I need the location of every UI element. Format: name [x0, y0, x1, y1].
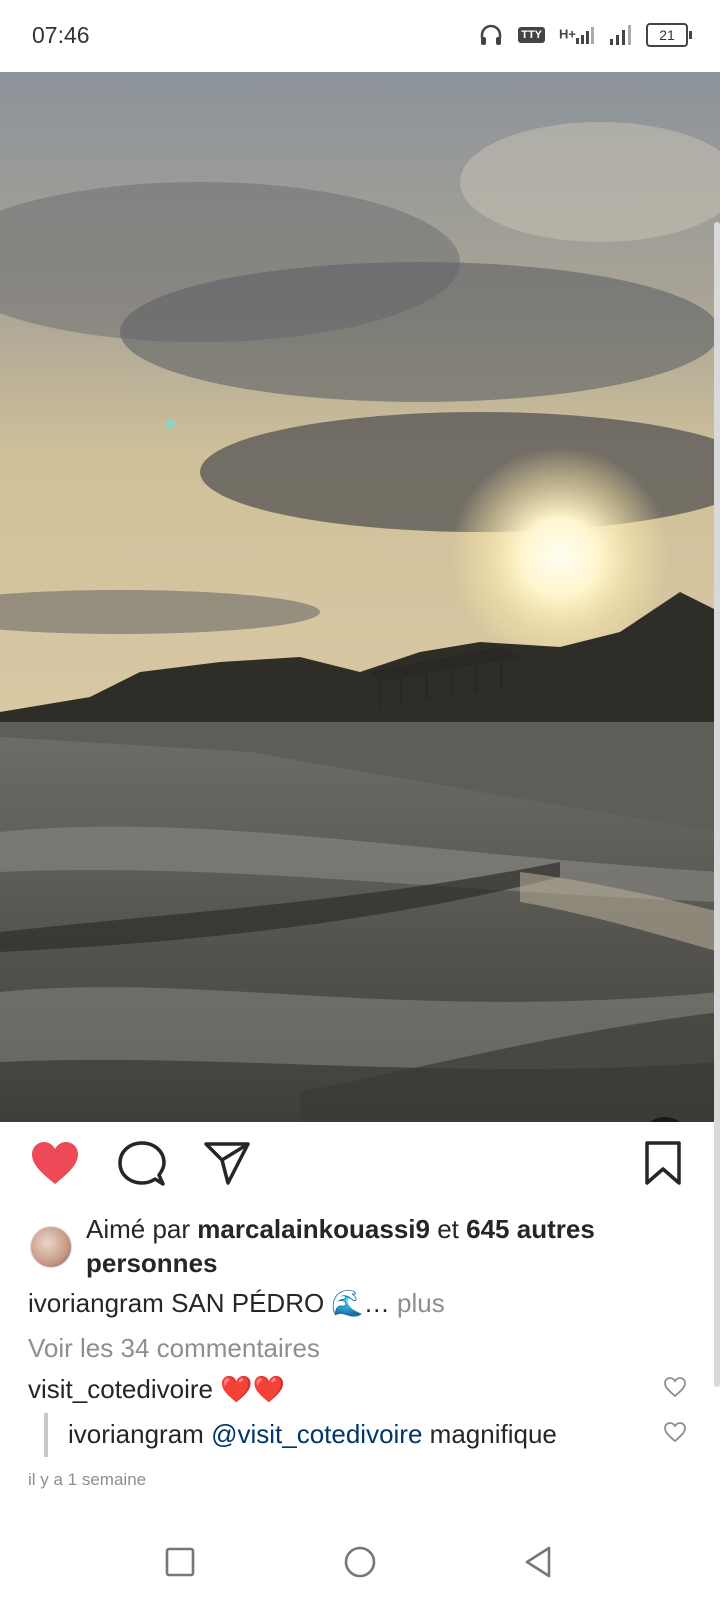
post-actions	[0, 1140, 720, 1200]
caption-username[interactable]: ivoriangram	[28, 1288, 164, 1318]
recents-square-icon[interactable]	[164, 1545, 196, 1579]
reply-like-heart-icon[interactable]	[663, 1421, 687, 1443]
headset-icon	[480, 24, 502, 45]
reply: ivoriangram @visit_cotedivoire magnifiqu…	[68, 1419, 557, 1450]
scrollbar[interactable]	[714, 222, 720, 1387]
caption-text: SAN PÉDRO 🌊…	[171, 1288, 390, 1318]
status-bar: 07:46 TTY H+ 21	[0, 0, 720, 72]
battery-icon: 21	[646, 23, 692, 47]
sunset-beach-image	[0, 72, 720, 1122]
navigation-bar	[0, 1525, 720, 1612]
liker-username: marcalainkouassi9	[197, 1214, 430, 1244]
signal-h-plus-icon: H+	[559, 26, 596, 44]
signal-icon	[610, 25, 631, 45]
status-icons: TTY H+ 21	[478, 22, 692, 48]
caption: ivoriangram SAN PÉDRO 🌊… plus	[28, 1288, 445, 1319]
comment-icon[interactable]	[118, 1140, 166, 1188]
comment-text: ❤️❤️	[220, 1374, 285, 1404]
comment-username[interactable]: visit_cotedivoire	[28, 1374, 213, 1404]
share-send-icon[interactable]	[204, 1140, 250, 1186]
home-circle-icon[interactable]	[343, 1545, 377, 1579]
likes-text[interactable]: Aimé par marcalainkouassi9 et 645 autres…	[86, 1212, 686, 1280]
status-time: 07:46	[32, 22, 90, 48]
post-video[interactable]	[0, 72, 720, 1122]
reply-mention[interactable]: @visit_cotedivoire	[211, 1419, 422, 1449]
reply-text: magnifique	[429, 1419, 557, 1449]
view-comments-link[interactable]: Voir les 34 commentaires	[28, 1333, 320, 1364]
post-timestamp: il y a 1 semaine	[28, 1470, 147, 1489]
comment: visit_cotedivoire ❤️❤️	[28, 1374, 285, 1405]
reply-username[interactable]: ivoriangram	[68, 1419, 204, 1449]
tty-icon: TTY	[518, 27, 546, 43]
bookmark-icon[interactable]	[644, 1140, 682, 1186]
reply-divider	[44, 1413, 48, 1457]
more-link[interactable]: plus	[397, 1288, 445, 1318]
avatar[interactable]	[30, 1226, 72, 1268]
like-heart-filled-icon[interactable]	[30, 1140, 80, 1186]
back-triangle-icon[interactable]	[522, 1545, 554, 1579]
comment-like-heart-icon[interactable]	[663, 1376, 687, 1398]
